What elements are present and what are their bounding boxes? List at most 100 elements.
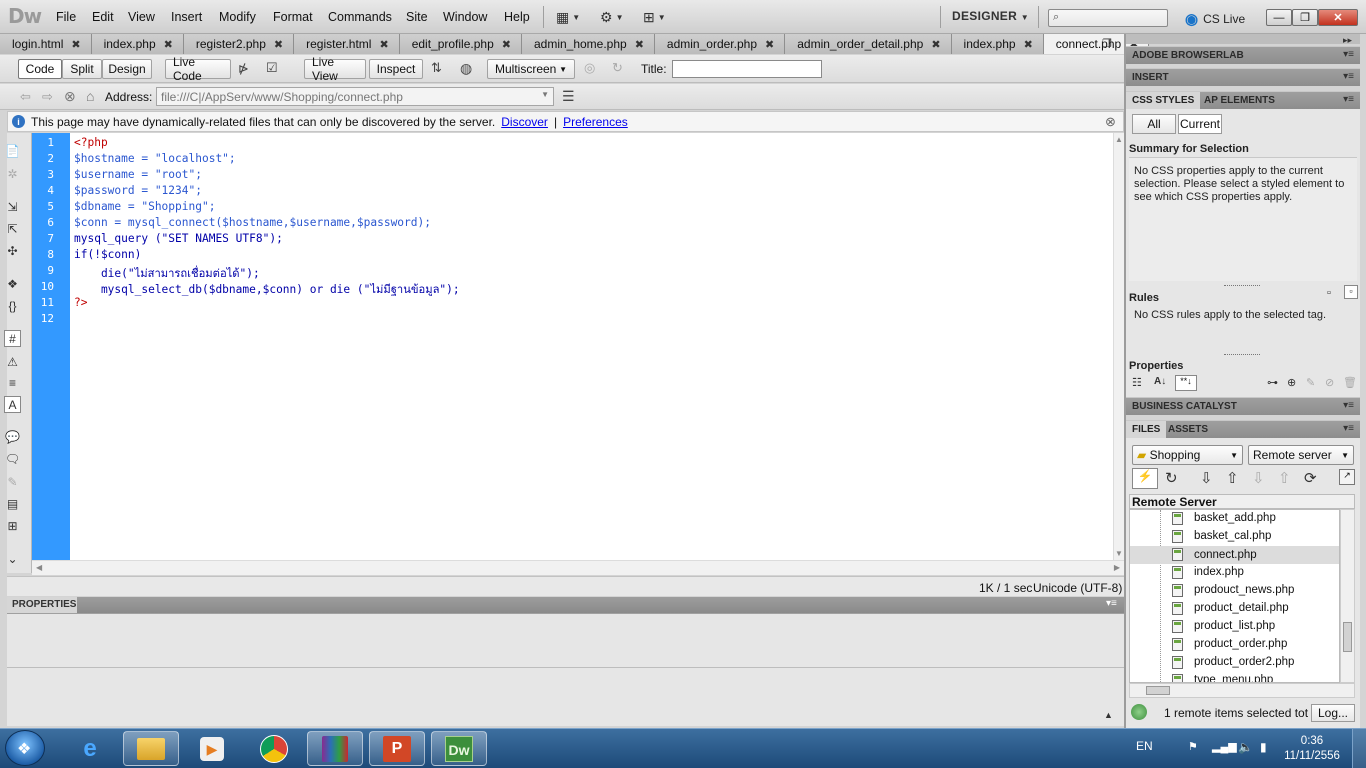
collapse-panels-icon[interactable]: ▸▸ [1343, 35, 1352, 46]
category-view-icon[interactable]: ☷ [1132, 376, 1142, 389]
preferences-link[interactable]: Preferences [563, 115, 628, 129]
line-numbers-icon[interactable]: # [4, 330, 21, 347]
browserlab-panel-header[interactable]: ADOBE BROWSERLAB ▾≡ [1126, 46, 1360, 64]
minimize-button[interactable]: — [1266, 9, 1292, 26]
menu-edit[interactable]: Edit [92, 10, 114, 24]
show-desktop-button[interactable] [1352, 729, 1366, 768]
file-management-icon[interactable]: ⇅ [431, 60, 442, 76]
check-in-icon[interactable]: ⇧ [1278, 469, 1291, 487]
refresh-icon[interactable]: ↻ [1165, 469, 1178, 487]
design-view-button[interactable]: Design [102, 59, 152, 79]
internet-explorer-icon[interactable]: e [62, 731, 118, 766]
expand-panel-icon[interactable]: ↗ [1339, 469, 1355, 485]
live-code-button[interactable]: Live Code [165, 55, 231, 83]
show-code-navigator-icon[interactable]: ✲ [4, 165, 21, 182]
panel-menu-icon[interactable]: ▾≡ [1343, 49, 1354, 60]
attach-stylesheet-icon[interactable]: ⊶ [1267, 376, 1278, 389]
cs-live-button[interactable]: ◉ CS Live [1185, 10, 1245, 28]
check-out-icon[interactable]: ⇩ [1252, 469, 1265, 487]
insert-panel-header[interactable]: INSERT ▾≡ [1126, 68, 1360, 86]
scroll-thumb[interactable] [1343, 622, 1352, 652]
menu-file[interactable]: File [56, 10, 76, 24]
put-files-icon[interactable]: ⇧ [1226, 469, 1239, 487]
list-item[interactable]: type_menu.php [1194, 674, 1273, 682]
menu-format[interactable]: Format [273, 10, 313, 24]
panel-menu-icon[interactable]: ▾≡ [1343, 71, 1354, 82]
files-vertical-scrollbar[interactable] [1340, 509, 1355, 683]
log-button[interactable]: Log... [1311, 704, 1355, 722]
language-indicator[interactable]: EN [1136, 739, 1153, 753]
more-tools-chevron-icon[interactable]: ⌄ [4, 550, 21, 567]
tab-index-php-2[interactable]: index.php ✖ [951, 34, 1044, 54]
live-view-options-icon[interactable]: ☰ [562, 88, 575, 105]
properties-tab[interactable]: PROPERTIES [7, 597, 77, 613]
panel-menu-icon[interactable]: ▾≡ [1343, 400, 1354, 411]
winrar-icon[interactable] [307, 731, 363, 766]
preview-browser-icon[interactable]: ◍ [460, 60, 472, 77]
business-catalyst-panel-header[interactable]: BUSINESS CATALYST ▾≡ [1126, 397, 1360, 415]
close-tab-icon[interactable]: ✖ [274, 38, 283, 51]
list-item[interactable]: product_list.php [1194, 620, 1275, 632]
scroll-right-icon[interactable]: ▶ [1114, 563, 1120, 572]
edit-style-icon[interactable]: ✎ [1306, 376, 1315, 389]
dreamweaver-taskbar-icon[interactable]: Dw [431, 731, 487, 766]
site-map-icon[interactable]: ⊞ ▼ [643, 7, 666, 27]
close-tab-icon[interactable]: ✖ [1024, 38, 1033, 51]
tab-files[interactable]: FILES [1126, 421, 1167, 439]
all-mode-button[interactable]: All [1132, 114, 1176, 134]
list-item[interactable]: prodouct_news.php [1194, 584, 1294, 596]
menu-help[interactable]: Help [504, 10, 530, 24]
code-editor[interactable]: <?php $hostname = "localhost"; $username… [70, 133, 1113, 560]
list-item-selected[interactable]: connect.php [1130, 546, 1339, 564]
media-player-icon[interactable]: ▶ [184, 731, 240, 766]
list-item[interactable]: basket_add.php [1194, 512, 1276, 524]
disable-property-icon[interactable]: ⊘ [1325, 376, 1334, 389]
close-info-icon[interactable]: ⊗ [1105, 114, 1116, 130]
discover-link[interactable]: Discover [501, 115, 548, 129]
delete-rule-icon[interactable]: 🗑 [1343, 376, 1357, 389]
gear-icon[interactable]: ⚙ ▼ [600, 7, 623, 27]
volume-icon[interactable]: 🔈 [1238, 740, 1253, 754]
tab-admin-home-php[interactable]: admin_home.php ✖ [521, 34, 655, 54]
close-tab-icon[interactable]: ✖ [71, 38, 80, 51]
action-center-icon[interactable]: ⚑ [1188, 740, 1198, 753]
site-dropdown[interactable]: ▰ Shopping ▼ [1132, 445, 1243, 465]
panel-menu-icon[interactable]: ▾≡ [1343, 94, 1354, 105]
expand-all-icon[interactable]: ✣ [4, 242, 21, 259]
tab-admin-order-detail-php[interactable]: admin_order_detail.php ✖ [785, 34, 952, 54]
syntax-coloring-icon[interactable]: A [4, 396, 21, 413]
code-view-button[interactable]: Code [18, 59, 62, 79]
tab-css-styles[interactable]: CSS STYLES [1126, 92, 1201, 110]
workspace-switcher[interactable]: DESIGNER ▼ [952, 9, 1029, 23]
close-tab-icon[interactable]: ✖ [931, 38, 940, 51]
recent-snippets-icon[interactable]: ▤ [4, 495, 21, 512]
help-search-input[interactable]: ⌕ [1048, 9, 1168, 27]
refresh-design-icon[interactable]: ↻ [612, 60, 623, 76]
select-parent-tag-icon[interactable]: ❖ [4, 275, 21, 292]
move-css-icon[interactable]: ⊞ [4, 517, 21, 534]
menu-insert[interactable]: Insert [171, 10, 202, 24]
scroll-up-icon[interactable]: ▲ [1115, 135, 1123, 144]
powerpoint-icon[interactable]: P [369, 731, 425, 766]
scroll-down-icon[interactable]: ▼ [1115, 549, 1123, 558]
stop-icon[interactable]: ⊗ [64, 88, 76, 105]
visual-aids-icon[interactable]: ◎ [584, 60, 595, 76]
collapse-selection-icon[interactable]: ⇱ [4, 220, 21, 237]
list-item[interactable]: basket_cal.php [1194, 530, 1271, 542]
multiscreen-button[interactable]: Multiscreen ▼ [487, 59, 575, 79]
scroll-left-icon[interactable]: ◀ [36, 563, 42, 572]
menu-site[interactable]: Site [406, 10, 428, 24]
tab-assets[interactable]: ASSETS [1162, 421, 1214, 439]
restore-document-icon[interactable]: ❐ [1102, 37, 1112, 50]
list-item[interactable]: product_order.php [1194, 638, 1287, 650]
word-wrap-icon[interactable]: ≡ [4, 374, 21, 391]
alphabetical-view-icon[interactable]: A↓ [1154, 376, 1166, 387]
menu-modify[interactable]: Modify [219, 10, 256, 24]
back-icon[interactable]: ⇦ [20, 89, 31, 105]
splitter-grip[interactable] [1224, 285, 1260, 286]
tab-login-html[interactable]: login.html ✖ [0, 34, 92, 54]
highlight-invalid-code-icon[interactable]: ⚠ [4, 353, 21, 370]
js-inspect-icon[interactable]: ⋫ [238, 61, 249, 77]
menu-commands[interactable]: Commands [328, 10, 392, 24]
code-horizontal-scrollbar[interactable]: ◀ ▶ [32, 560, 1124, 575]
